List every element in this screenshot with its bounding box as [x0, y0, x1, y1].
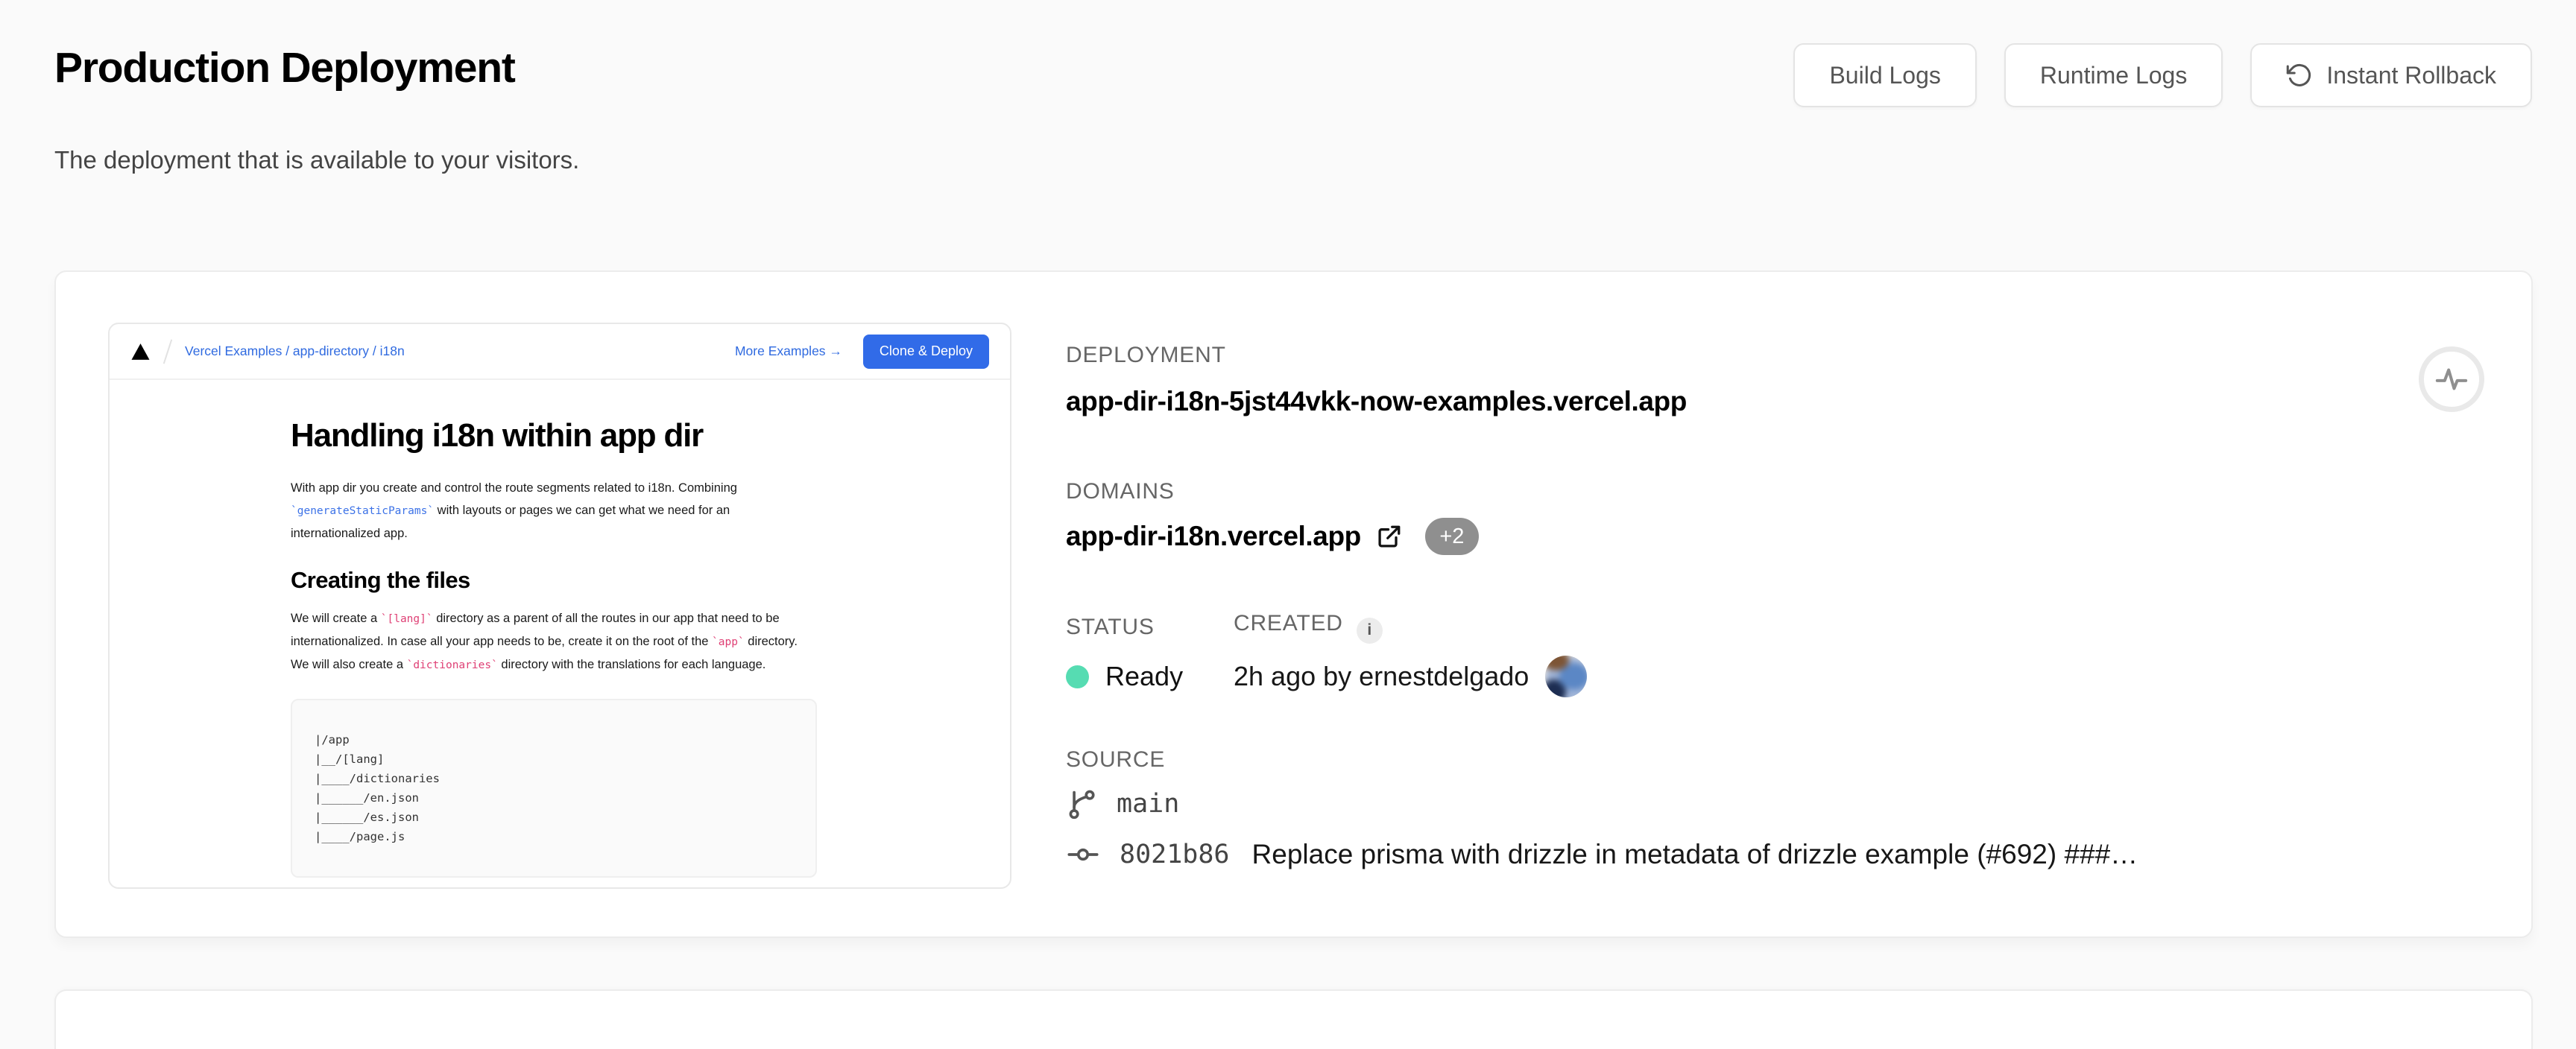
instant-rollback-label: Instant Rollback	[2326, 62, 2496, 89]
git-branch-icon	[1067, 787, 1097, 820]
created-text: 2h ago by ernestdelgado	[1234, 661, 1529, 692]
runtime-logs-label: Runtime Logs	[2040, 62, 2187, 89]
more-examples-link[interactable]: More Examples →	[735, 343, 842, 359]
build-logs-button[interactable]: Build Logs	[1793, 43, 1976, 107]
domain-link[interactable]: app-dir-i18n.vercel.app	[1066, 519, 1361, 554]
preview-article: Handling i18n within app dir With app di…	[110, 380, 817, 889]
deployment-url-link[interactable]: app-dir-i18n-5jst44vkk-now-examples.verc…	[1066, 384, 1687, 419]
rollback-icon	[2286, 62, 2313, 89]
clone-deploy-button[interactable]: Clone & Deploy	[863, 335, 989, 369]
preview-intro-paragraph: With app dir you create and control the …	[291, 477, 817, 545]
status-ready-text: Ready	[1105, 661, 1183, 692]
creator-avatar[interactable]	[1545, 656, 1587, 697]
commit-message: Replace prisma with drizzle in metadata …	[1252, 839, 2138, 870]
next-section-card	[54, 989, 2533, 1049]
runtime-logs-button[interactable]: Runtime Logs	[2004, 43, 2223, 107]
preview-site-header: Vercel Examples / app-directory / i18n M…	[110, 324, 1010, 380]
preview-section1-paragraph: We will create a [lang] directory as a p…	[291, 607, 817, 676]
preview-article-title: Handling i18n within app dir	[291, 417, 817, 454]
preview-breadcrumb-link[interactable]: Vercel Examples / app-directory / i18n	[185, 343, 405, 359]
git-commit-icon	[1066, 838, 1100, 871]
branch-name: main	[1117, 789, 1179, 819]
status-value: Ready	[1066, 661, 1234, 692]
breadcrumb-slash-divider	[163, 339, 172, 364]
activity-pulse-icon	[2434, 362, 2469, 396]
domain-row: app-dir-i18n.vercel.app +2	[1066, 518, 1479, 555]
created-label: CREATED	[1234, 611, 1343, 636]
page-title: Production Deployment	[54, 43, 515, 92]
created-value: 2h ago by ernestdelgado	[1234, 656, 1587, 697]
extra-domains-badge[interactable]: +2	[1425, 518, 1479, 555]
build-logs-label: Build Logs	[1829, 62, 1940, 89]
deployment-preview-screenshot[interactable]: Vercel Examples / app-directory / i18n M…	[108, 323, 1011, 889]
ready-status-dot-icon	[1066, 665, 1089, 688]
source-label: SOURCE	[1066, 747, 1165, 773]
status-label: STATUS	[1066, 615, 1155, 639]
page-subtitle: The deployment that is available to your…	[54, 146, 579, 174]
preview-section1-title: Creating the files	[291, 567, 817, 594]
activity-pulse-button[interactable]	[2419, 346, 2484, 412]
info-icon[interactable]: i	[1357, 618, 1383, 644]
deployment-label: DEPLOYMENT	[1066, 343, 1226, 368]
production-deployment-panel: Production Deployment The deployment tha…	[0, 0, 2576, 1018]
vercel-triangle-logo-icon	[130, 343, 151, 361]
domains-label: DOMAINS	[1066, 479, 1175, 504]
external-link-icon[interactable]	[1376, 523, 1403, 550]
source-branch-row[interactable]: main	[1067, 787, 1179, 820]
commit-hash: 8021b86	[1120, 840, 1230, 869]
status-created-values-row: Ready 2h ago by ernestdelgado	[1066, 656, 1587, 697]
source-commit-row[interactable]: 8021b86 Replace prisma with drizzle in m…	[1066, 838, 2138, 871]
status-created-labels-row: STATUS CREATED i	[1066, 611, 1383, 644]
preview-file-tree-code-block: |/app |__/[lang] |____/dictionaries |___…	[291, 699, 817, 878]
instant-rollback-button[interactable]: Instant Rollback	[2250, 43, 2532, 107]
header-actions: Build Logs Runtime Logs Instant Rollback	[1793, 43, 2532, 107]
deployment-card: Vercel Examples / app-directory / i18n M…	[54, 270, 2533, 938]
